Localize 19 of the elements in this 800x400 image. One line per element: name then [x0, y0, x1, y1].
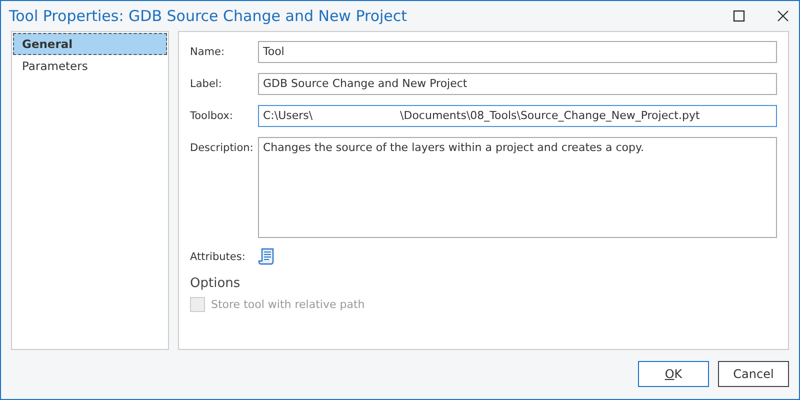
input-field[interactable]: C:\Users\ \Documents\08_Tools\Source_Change_New_Project.pyt [258, 104, 777, 127]
cancel-button[interactable]: Cancel [718, 361, 789, 388]
field-label: Name: [190, 44, 226, 58]
scroll-icon[interactable] [258, 248, 274, 266]
ok-button[interactable]: OK [638, 361, 709, 388]
sidebar-item[interactable]: Parameters [13, 54, 167, 77]
field-label: Attributes: [190, 250, 246, 263]
input-field[interactable]: Tool [258, 40, 777, 63]
field-label: Label: [190, 76, 223, 90]
text-area[interactable]: Changes the source of the layers within a project and creates a copy. [258, 136, 777, 238]
field-label: Description: [190, 140, 254, 154]
sidebar-item[interactable]: General [13, 32, 167, 55]
section-heading: Options [190, 276, 242, 291]
field-label: Toolbox: [190, 108, 234, 122]
input-field[interactable]: GDB Source Change and New Project [258, 72, 777, 95]
maximize-icon[interactable] [733, 10, 745, 22]
window-title: Tool Properties: GDB Source Change and New Project [9, 6, 408, 25]
close-icon[interactable] [777, 10, 789, 22]
checkbox-label: Store tool with relative path [211, 298, 365, 311]
